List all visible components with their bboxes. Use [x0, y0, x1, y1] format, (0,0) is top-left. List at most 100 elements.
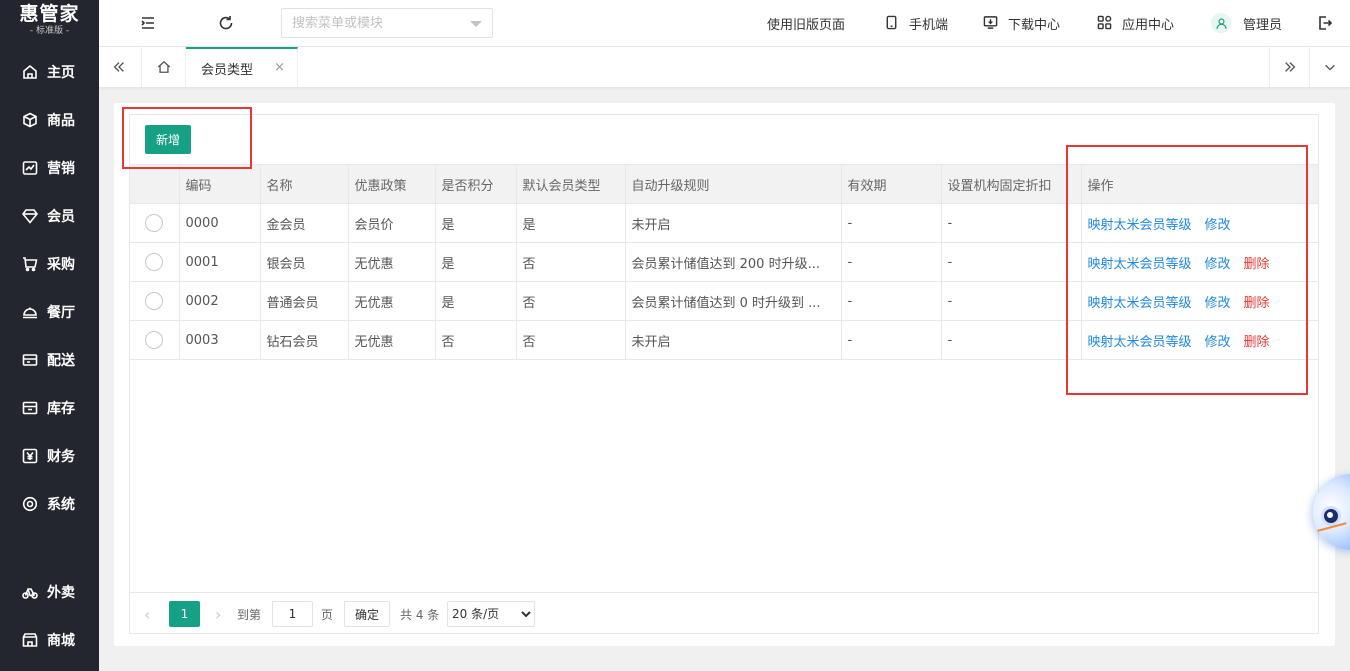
sidebar-item-label: 采购: [47, 257, 75, 273]
cell-upgrade-rule: 未开启: [625, 203, 842, 243]
logout-icon[interactable]: [1315, 13, 1335, 33]
row-radio[interactable]: [145, 292, 163, 310]
sidebar-item-takeout[interactable]: 外卖: [0, 572, 99, 612]
sidebar-item-delivery[interactable]: 配送: [0, 340, 99, 380]
sidebar-item-label: 餐厅: [47, 305, 75, 321]
delete-link[interactable]: 删除: [1244, 335, 1270, 350]
col-code[interactable]: 编码: [179, 164, 261, 204]
download-center-label: 下载中心: [1008, 17, 1061, 33]
row-radio[interactable]: [145, 253, 163, 271]
sidebar-item-label: 营销: [47, 161, 75, 177]
sidebar-item-inventory[interactable]: 库存: [0, 388, 99, 428]
edit-link[interactable]: 修改: [1205, 257, 1231, 272]
edit-link[interactable]: 修改: [1205, 296, 1231, 311]
collapse-menu-icon[interactable]: [138, 13, 158, 33]
goto-confirm-button[interactable]: 确定: [344, 601, 390, 627]
map-level-link[interactable]: 映射太米会员等级: [1088, 218, 1192, 233]
sidebar-item-home[interactable]: 主页: [0, 52, 99, 92]
cell-name: 普通会员: [260, 281, 349, 321]
sidebar-item-marketing[interactable]: 营销: [0, 148, 99, 188]
cell-fixed-discount: -: [941, 281, 1082, 321]
box-icon: [21, 111, 39, 129]
settings-icon: [21, 495, 39, 513]
cell-validity: -: [841, 242, 942, 282]
dish-icon: [21, 303, 39, 321]
avatar: [1211, 13, 1231, 33]
tab-menu-chevron-down-icon[interactable]: [1309, 47, 1349, 87]
search-input[interactable]: [282, 9, 462, 37]
sidebar-item-member[interactable]: 会员: [0, 196, 99, 236]
old-version-link[interactable]: 使用旧版页面: [767, 0, 845, 46]
row-radio[interactable]: [145, 331, 163, 349]
download-center-link[interactable]: 下载中心: [983, 0, 1060, 46]
apps-grid-icon: [1097, 15, 1113, 31]
map-level-link[interactable]: 映射太米会员等级: [1088, 257, 1192, 272]
tab-bar: 会员类型 ×: [99, 47, 1350, 88]
chart-icon: [21, 159, 39, 177]
goto-page-input[interactable]: [272, 601, 313, 627]
col-policy[interactable]: 优惠政策: [348, 164, 436, 204]
col-validity[interactable]: 有效期: [841, 164, 942, 204]
sidebar-item-label: 商品: [47, 113, 75, 129]
table-row[interactable]: 0001 银会员 无优惠 是 否 会员累计储值达到 200 时升级... - -…: [130, 242, 1318, 282]
table-row[interactable]: 0002 普通会员 无优惠 是 否 会员累计储值达到 0 时升级到 ... - …: [130, 281, 1318, 321]
cell-code: 0003: [179, 320, 261, 360]
goto-label: 到第: [237, 607, 262, 622]
page-current[interactable]: 1: [169, 601, 200, 627]
refresh-icon[interactable]: [216, 13, 236, 33]
sidebar-item-goods[interactable]: 商品: [0, 100, 99, 140]
edit-link[interactable]: 修改: [1205, 218, 1231, 233]
sidebar-item-system[interactable]: 系统: [0, 484, 99, 524]
scroll-left-icon[interactable]: [99, 47, 139, 87]
sidebar-item-restaurant[interactable]: 餐厅: [0, 292, 99, 332]
col-upgrade-rule[interactable]: 自动升级规则: [625, 164, 842, 204]
col-fixed-discount[interactable]: 设置机构固定折扣: [941, 164, 1082, 204]
tab-label: 会员类型: [201, 62, 254, 78]
user-menu[interactable]: 管理员: [1211, 0, 1282, 46]
col-name[interactable]: 名称: [260, 164, 349, 204]
prev-page-icon[interactable]: ‹: [144, 601, 150, 627]
next-page-icon[interactable]: ›: [215, 601, 221, 627]
table-row[interactable]: 0000 金会员 会员价 是 是 未开启 - - 映射太米会员等级 修改: [130, 203, 1318, 243]
sidebar-item-mall[interactable]: 商城: [0, 620, 99, 660]
table-header: 编码 名称 优惠政策 是否积分 默认会员类型 自动升级规则 有效期 设置机构固定…: [130, 164, 1318, 204]
cell-upgrade-rule: 未开启: [625, 320, 842, 360]
page-size-select[interactable]: 20 条/页: [447, 601, 535, 627]
col-default[interactable]: 默认会员类型: [516, 164, 626, 204]
cell-policy: 无优惠: [348, 242, 436, 282]
app-center-link[interactable]: 应用中心: [1097, 0, 1174, 46]
mobile-link[interactable]: 手机端: [884, 0, 948, 46]
cell-fixed-discount: -: [941, 320, 1082, 360]
add-button[interactable]: 新增: [145, 125, 191, 154]
delete-link[interactable]: 删除: [1244, 257, 1270, 272]
delete-link[interactable]: 删除: [1244, 296, 1270, 311]
monitor-download-icon: [983, 15, 999, 31]
sidebar-item-label: 外卖: [47, 585, 75, 601]
diamond-icon: [21, 207, 39, 225]
chevron-down-icon[interactable]: [470, 21, 482, 27]
cell-default: 是: [516, 203, 626, 243]
cell-code: 0000: [179, 203, 261, 243]
top-header: 使用旧版页面 手机端 下载中心 应用中心 管理员: [99, 0, 1350, 47]
store-icon: [21, 631, 39, 649]
cell-upgrade-rule: 会员累计储值达到 200 时升级...: [625, 242, 842, 282]
tab-member-type[interactable]: 会员类型 ×: [186, 47, 298, 87]
logo[interactable]: 惠管家 - 标准版 -: [0, 0, 99, 46]
tab-home[interactable]: [141, 47, 186, 87]
close-icon[interactable]: ×: [274, 60, 285, 75]
map-level-link[interactable]: 映射太米会员等级: [1088, 335, 1192, 350]
col-points[interactable]: 是否积分: [435, 164, 517, 204]
row-radio[interactable]: [145, 214, 163, 232]
cell-validity: -: [841, 320, 942, 360]
map-level-link[interactable]: 映射太米会员等级: [1088, 296, 1192, 311]
menu-search[interactable]: [281, 8, 493, 38]
sidebar-item-purchase[interactable]: 采购: [0, 244, 99, 284]
table-row[interactable]: 0003 钻石会员 无优惠 否 否 未开启 - - 映射太米会员等级 修改 删除: [130, 320, 1318, 360]
scroll-right-icon[interactable]: [1269, 47, 1309, 87]
sidebar-item-finance[interactable]: 财务: [0, 436, 99, 476]
cell-name: 银会员: [260, 242, 349, 282]
sidebar-item-label: 财务: [47, 449, 75, 465]
phone-icon: [884, 15, 900, 31]
cell-points: 是: [435, 281, 517, 321]
edit-link[interactable]: 修改: [1205, 335, 1231, 350]
